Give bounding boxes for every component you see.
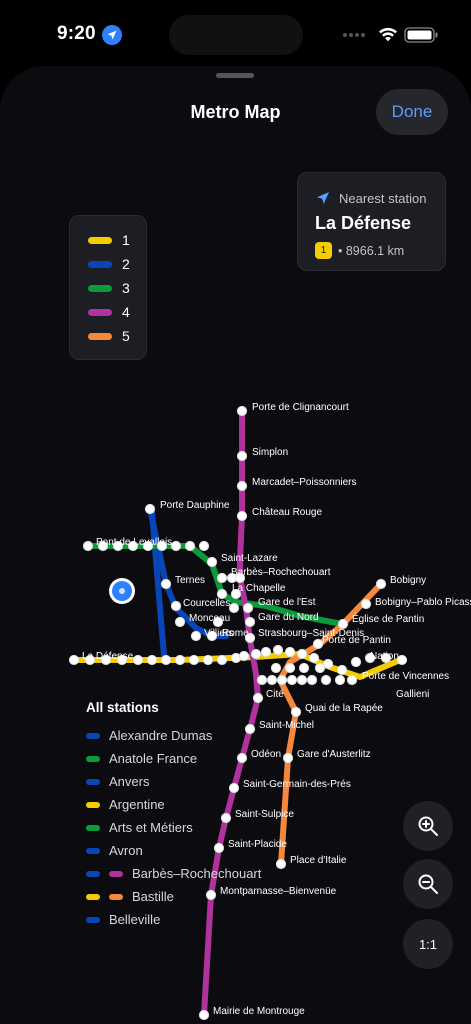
map-label: Cité — [266, 689, 284, 700]
cellular-signal-icon — [343, 33, 365, 37]
legend-item: 5 — [88, 328, 130, 344]
map-label: Nation — [370, 651, 399, 662]
map-label: Porte de Vincennes — [362, 671, 449, 682]
wifi-icon — [379, 27, 397, 42]
map-label: Gare de l'Est — [258, 597, 316, 608]
map-label: Château Rouge — [252, 507, 322, 518]
line-legend: 1 2 3 4 5 — [69, 215, 147, 360]
status-icons — [341, 25, 441, 45]
station-row[interactable]: Anvers — [86, 770, 346, 793]
map-label: Marcadet–Poissonniers — [252, 477, 357, 488]
map-label: La Défense — [82, 651, 134, 662]
map-label: Gare du Nord — [258, 612, 319, 623]
map-label: Courcelles — [183, 598, 230, 609]
user-location-marker — [109, 578, 135, 604]
map-label: Gallieni — [396, 689, 429, 700]
all-stations-list: All stations Alexandre Dumas Anatole Fra… — [86, 700, 346, 931]
map-label: Porte de Pantin — [322, 635, 391, 646]
status-bar: 9:20 — [0, 0, 471, 66]
station-row[interactable]: Barbès–Rochechouart — [86, 862, 346, 885]
metro-map-sheet: Metro Map Done Porte de Clignancourt Sim… — [0, 66, 471, 1024]
station-row[interactable]: Anatole France — [86, 747, 346, 770]
station-row[interactable]: Bastille — [86, 885, 346, 908]
station-row[interactable]: Arts et Métiers — [86, 816, 346, 839]
battery-icon — [404, 27, 438, 43]
map-label: Bobigny–Pablo Picasso — [375, 597, 471, 608]
map-label: Simplon — [252, 447, 288, 458]
station-row[interactable]: Avron — [86, 839, 346, 862]
station-row[interactable]: Argentine — [86, 793, 346, 816]
zoom-in-icon — [418, 816, 438, 836]
reset-zoom-button[interactable]: 1:1 — [403, 919, 453, 969]
all-stations-title: All stations — [86, 700, 159, 715]
zoom-in-button[interactable] — [403, 801, 453, 851]
map-label: Mairie de Montrouge — [213, 1006, 305, 1017]
map-label: Porte Dauphine — [160, 500, 230, 511]
zoom-out-icon — [418, 874, 438, 894]
map-label: Bobigny — [390, 575, 426, 586]
nearest-distance: • 8966.1 km — [338, 243, 405, 258]
legend-item: 2 — [88, 256, 130, 272]
nearest-station-name: La Défense — [315, 213, 412, 233]
nearest-station-heading: Nearest station — [315, 190, 426, 206]
status-time: 9:20 — [57, 23, 96, 44]
nearest-station-card[interactable]: Nearest station La Défense 1 • 8966.1 km — [297, 172, 446, 271]
station-row[interactable]: Belleville — [86, 908, 346, 931]
legend-item: 4 — [88, 304, 130, 320]
map-label: Monceau — [189, 613, 230, 624]
map-label: La Chapelle — [232, 583, 286, 594]
map-label: Porte de Clignancourt — [252, 402, 349, 413]
map-label: Rome — [222, 628, 249, 639]
legend-item: 1 — [88, 232, 130, 248]
zoom-out-button[interactable] — [403, 859, 453, 909]
map-label: Barbès–Rochechouart — [231, 567, 331, 578]
map-label: Saint-Lazare — [221, 553, 278, 564]
line-badge: 1 — [315, 242, 332, 259]
dynamic-island — [169, 15, 303, 55]
nearest-station-meta: 1 • 8966.1 km — [315, 242, 404, 259]
map-label: Église de Pantin — [352, 612, 424, 625]
map-label: Ternes — [175, 575, 205, 586]
legend-item: 3 — [88, 280, 130, 296]
map-label: Pont de Levallois — [96, 537, 172, 548]
location-arrow-icon — [102, 25, 122, 45]
location-arrow-icon — [317, 192, 329, 204]
station-row[interactable]: Alexandre Dumas — [86, 724, 346, 747]
